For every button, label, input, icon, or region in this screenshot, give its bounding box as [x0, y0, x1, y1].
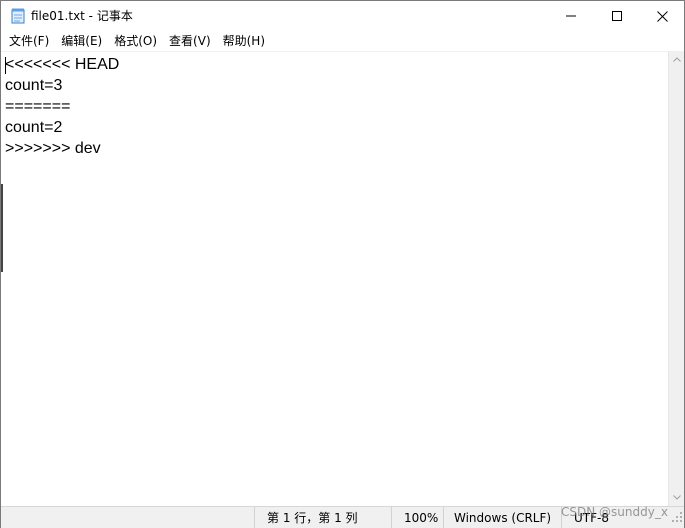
scroll-down-button[interactable]	[669, 489, 685, 506]
vertical-scrollbar[interactable]	[668, 51, 684, 506]
menu-file[interactable]: 文件(F)	[3, 31, 55, 51]
maximize-icon	[612, 11, 622, 21]
resize-grip-icon[interactable]	[671, 511, 683, 523]
editor-content: <<<<<<< HEAD count=3 ======= count=2 >>>…	[5, 54, 119, 159]
csdn-watermark: CSDN @sunddy_x	[561, 505, 668, 519]
close-icon	[656, 10, 668, 22]
editor-line: <<<<<<< HEAD	[5, 56, 120, 73]
close-button[interactable]	[639, 1, 685, 31]
menu-edit[interactable]: 编辑(E)	[55, 31, 108, 51]
notepad-icon	[11, 8, 25, 24]
menu-view[interactable]: 查看(V)	[163, 31, 217, 51]
notepad-window: file01.txt - 记事本 文件(F) 编辑(E) 格式(O) 查看(V)…	[0, 0, 685, 528]
menu-format[interactable]: 格式(O)	[108, 31, 163, 51]
minimize-icon	[566, 15, 576, 17]
editor-line: =======	[5, 98, 71, 115]
scroll-up-button[interactable]	[669, 51, 685, 68]
title-bar[interactable]: file01.txt - 记事本	[1, 1, 684, 31]
line-ending: Windows (CRLF)	[443, 507, 561, 528]
maximize-button[interactable]	[594, 1, 640, 31]
text-caret	[5, 57, 6, 74]
editor-line: count=3	[5, 77, 63, 94]
text-editor[interactable]: <<<<<<< HEAD count=3 ======= count=2 >>>…	[1, 51, 668, 506]
window-edge-mark	[1, 184, 3, 272]
chevron-up-icon	[673, 57, 681, 62]
chevron-down-icon	[673, 495, 681, 500]
menu-bar: 文件(F) 编辑(E) 格式(O) 查看(V) 帮助(H)	[1, 31, 684, 51]
editor-line: >>>>>>> dev	[5, 140, 101, 157]
zoom-level: 100%	[391, 507, 443, 528]
window-title: file01.txt - 记事本	[31, 9, 133, 23]
editor-line: count=2	[5, 119, 63, 136]
menu-help[interactable]: 帮助(H)	[217, 31, 271, 51]
minimize-button[interactable]	[548, 1, 594, 31]
cursor-position: 第 1 行，第 1 列	[254, 507, 394, 528]
